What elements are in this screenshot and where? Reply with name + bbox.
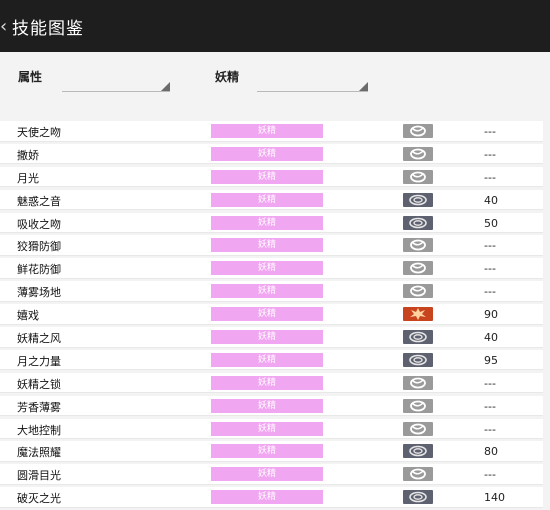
special-ring-icon <box>403 490 433 505</box>
dropdown-underline <box>257 91 368 92</box>
move-row[interactable]: 芳香薄雾 妖精 --- <box>0 395 543 417</box>
move-name: 天使之吻 <box>17 126 61 139</box>
move-power: --- <box>484 147 496 161</box>
move-name: 月之力量 <box>17 354 61 368</box>
move-power: --- <box>484 239 496 253</box>
special-ring-icon <box>403 192 433 207</box>
dropdown-arrow-icon <box>359 82 368 91</box>
move-type-badge: 妖精 <box>211 169 323 184</box>
page-title: 技能图鉴 <box>12 18 84 39</box>
move-name: 鲜花防御 <box>17 263 61 277</box>
move-row[interactable]: 嬉戏 妖精 90 <box>0 304 543 325</box>
move-row[interactable]: 撒娇 妖精 --- <box>0 143 543 165</box>
dropdown-underline <box>62 91 170 92</box>
move-row[interactable]: 妖精之风 妖精 40 <box>0 327 543 348</box>
move-name: 大地控制 <box>17 423 61 437</box>
move-power: --- <box>484 399 496 413</box>
move-type-badge: 妖精 <box>211 124 323 138</box>
status-swirl-icon <box>403 398 433 413</box>
back-chevron-icon[interactable]: ‹ <box>0 0 12 52</box>
special-ring-icon <box>403 352 433 367</box>
move-name: 芳香薄雾 <box>17 400 61 414</box>
move-power: --- <box>484 285 496 299</box>
move-name: 魔法照耀 <box>17 446 61 460</box>
status-swirl-icon <box>403 284 433 299</box>
move-power: --- <box>484 376 496 390</box>
move-power: 90 <box>484 308 498 322</box>
move-type-badge: 妖精 <box>211 467 323 482</box>
dropdown-arrow-icon <box>161 82 170 91</box>
move-name: 月光 <box>17 171 39 185</box>
move-type-badge: 妖精 <box>211 444 323 459</box>
move-power: --- <box>484 468 496 482</box>
move-type-badge: 妖精 <box>211 192 323 207</box>
move-power: 50 <box>484 216 498 230</box>
move-name: 魅惑之音 <box>17 194 61 208</box>
move-power: 40 <box>484 331 498 345</box>
move-row[interactable]: 魅惑之音 妖精 40 <box>0 189 543 211</box>
move-type-badge: 妖精 <box>211 284 323 299</box>
move-type-badge: 妖精 <box>211 421 323 436</box>
move-name: 嬉戏 <box>17 309 39 323</box>
move-type-badge: 妖精 <box>211 215 323 230</box>
special-ring-icon <box>403 444 433 459</box>
move-name: 狡猾防御 <box>17 240 61 254</box>
attribute-filter-label: 属性 <box>18 70 43 84</box>
status-swirl-icon <box>403 238 433 253</box>
move-name: 圆滑目光 <box>17 469 61 483</box>
move-power: 140 <box>484 491 505 505</box>
attribute-filter-dropdown[interactable]: 属性 <box>18 66 170 92</box>
status-swirl-icon <box>403 261 433 276</box>
type-filter-dropdown[interactable]: 妖精 <box>215 66 368 92</box>
move-power: --- <box>484 170 496 184</box>
move-type-badge: 妖精 <box>211 238 323 253</box>
move-type-badge: 妖精 <box>211 398 323 413</box>
move-row[interactable]: 吸收之吻 妖精 50 <box>0 212 543 234</box>
move-row[interactable]: 天使之吻 妖精 --- <box>0 121 543 142</box>
special-ring-icon <box>403 215 433 230</box>
filter-bar: 属性 妖精 <box>0 52 550 116</box>
move-power: --- <box>484 262 496 276</box>
move-name: 薄雾场地 <box>17 286 61 300</box>
status-swirl-icon <box>403 146 433 161</box>
status-swirl-icon <box>403 421 433 436</box>
move-name: 吸收之吻 <box>17 217 61 231</box>
move-type-badge: 妖精 <box>211 307 323 322</box>
move-type-badge: 妖精 <box>211 352 323 367</box>
move-name: 撒娇 <box>17 148 39 162</box>
move-type-badge: 妖精 <box>211 146 323 161</box>
status-swirl-icon <box>403 169 433 184</box>
move-row[interactable]: 月之力量 妖精 95 <box>0 349 543 371</box>
move-power: 40 <box>484 193 498 207</box>
move-type-badge: 妖精 <box>211 375 323 390</box>
move-power: --- <box>484 125 496 138</box>
move-power: --- <box>484 422 496 436</box>
move-name: 妖精之锁 <box>17 377 61 391</box>
move-row[interactable]: 大地控制 妖精 --- <box>0 418 543 440</box>
special-ring-icon <box>403 330 433 345</box>
move-row[interactable]: 圆滑目光 妖精 --- <box>0 464 543 485</box>
move-name: 妖精之风 <box>17 332 61 346</box>
physical-burst-icon <box>403 307 433 322</box>
move-row[interactable]: 月光 妖精 --- <box>0 166 543 188</box>
status-swirl-icon <box>403 124 433 138</box>
move-row[interactable]: 魔法照耀 妖精 80 <box>0 441 543 462</box>
move-row[interactable]: 破灭之光 妖精 140 <box>0 487 543 508</box>
move-type-badge: 妖精 <box>211 490 323 505</box>
move-row[interactable]: 鲜花防御 妖精 --- <box>0 258 543 279</box>
move-type-badge: 妖精 <box>211 330 323 345</box>
status-swirl-icon <box>403 467 433 482</box>
app-bar: ‹ 技能图鉴 <box>0 0 550 52</box>
move-power: 80 <box>484 445 498 459</box>
status-swirl-icon <box>403 375 433 390</box>
move-name: 破灭之光 <box>17 492 61 506</box>
move-row[interactable]: 狡猾防御 妖精 --- <box>0 235 543 256</box>
type-filter-label: 妖精 <box>215 70 240 84</box>
move-type-badge: 妖精 <box>211 261 323 276</box>
move-list: 天使之吻 妖精 --- 撒娇 妖精 --- 月光 妖精 --- 魅惑之音 妖精 40 吸收之吻 妖精 50 狡… <box>0 121 550 510</box>
move-row[interactable]: 妖精之锁 妖精 --- <box>0 372 543 394</box>
move-row[interactable]: 薄雾场地 妖精 --- <box>0 281 543 302</box>
move-power: 95 <box>484 353 498 367</box>
